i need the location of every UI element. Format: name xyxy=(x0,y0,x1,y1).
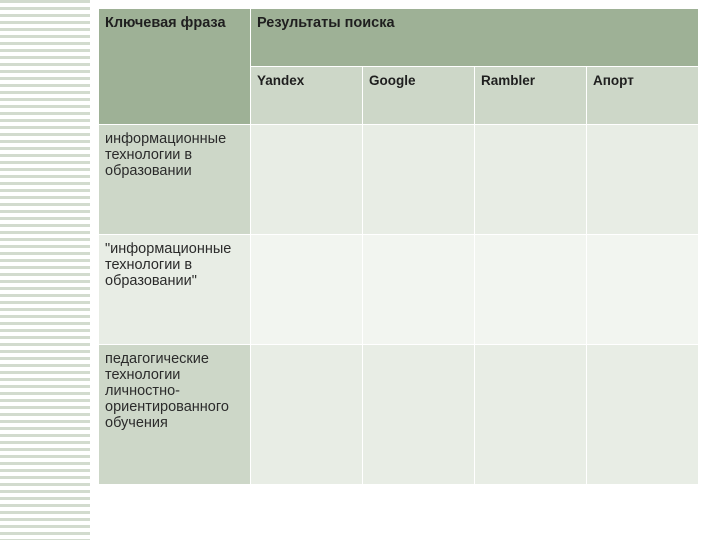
result-cell xyxy=(475,235,587,345)
header-engine-google: Google xyxy=(363,67,475,125)
result-cell xyxy=(251,235,363,345)
result-cell xyxy=(251,345,363,485)
header-key-phrase: Ключевая фраза xyxy=(99,9,251,125)
result-cell xyxy=(251,125,363,235)
table-row: "информационные технологии в образовании… xyxy=(99,235,699,345)
results-table-container: Ключевая фраза Результаты поиска Yandex … xyxy=(98,8,698,485)
result-cell xyxy=(363,345,475,485)
header-results: Результаты поиска xyxy=(251,9,699,67)
key-phrase-cell: "информационные технологии в образовании… xyxy=(99,235,251,345)
key-phrase-cell: педагогические технологии личностно-орие… xyxy=(99,345,251,485)
result-cell xyxy=(587,345,699,485)
decorative-stripes xyxy=(0,0,90,540)
table-row: информационные технологии в образовании xyxy=(99,125,699,235)
header-engine-yandex: Yandex xyxy=(251,67,363,125)
result-cell xyxy=(475,125,587,235)
header-engine-rambler: Rambler xyxy=(475,67,587,125)
result-cell xyxy=(587,235,699,345)
result-cell xyxy=(475,345,587,485)
key-phrase-cell: информационные технологии в образовании xyxy=(99,125,251,235)
result-cell xyxy=(363,125,475,235)
results-table: Ключевая фраза Результаты поиска Yandex … xyxy=(98,8,699,485)
header-engine-aport: Апорт xyxy=(587,67,699,125)
result-cell xyxy=(587,125,699,235)
table-row: педагогические технологии личностно-орие… xyxy=(99,345,699,485)
result-cell xyxy=(363,235,475,345)
